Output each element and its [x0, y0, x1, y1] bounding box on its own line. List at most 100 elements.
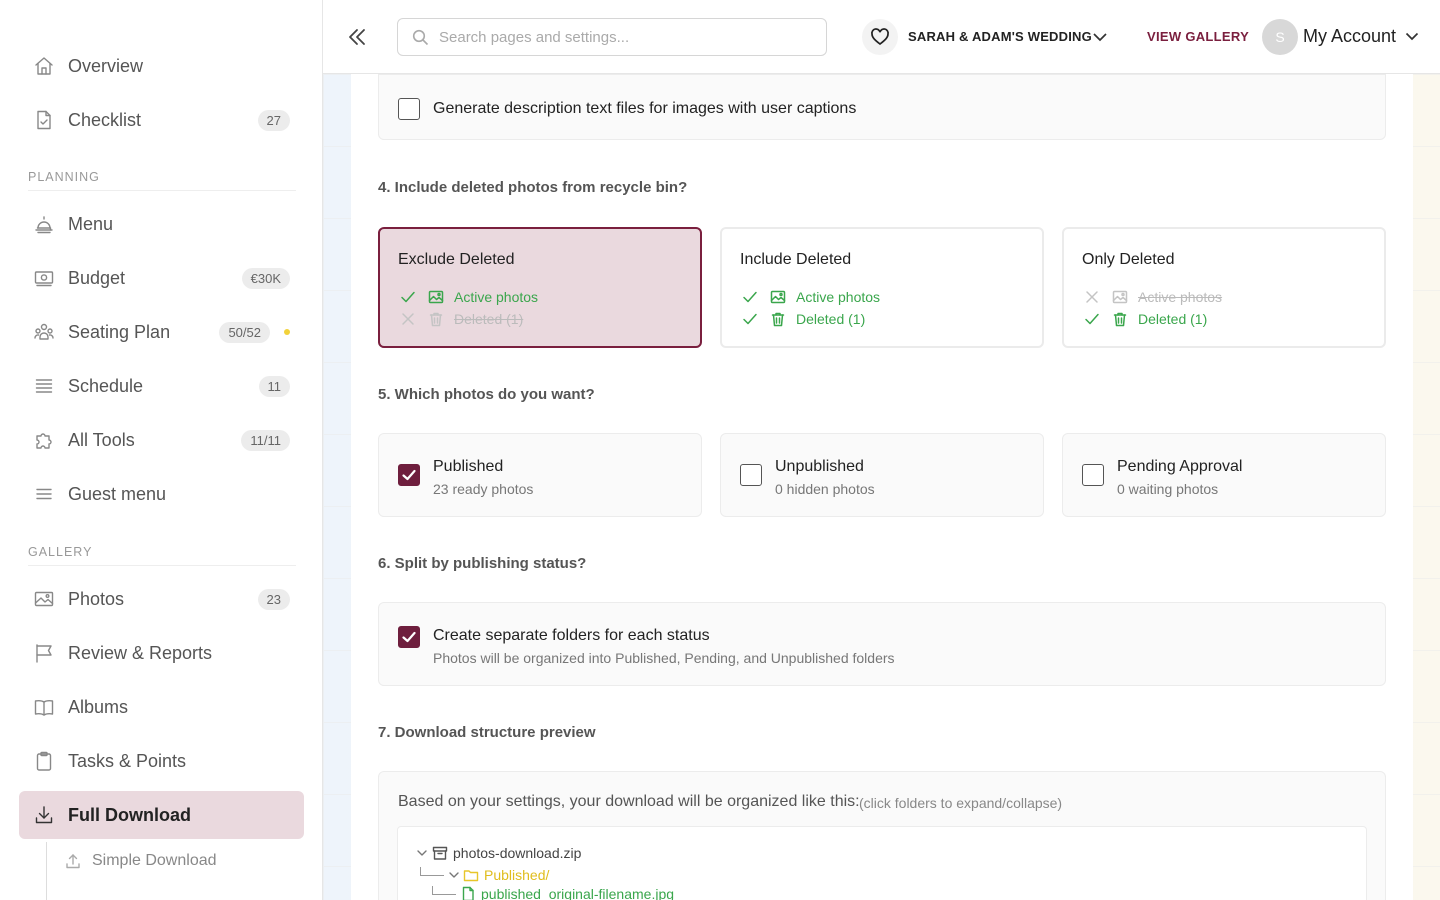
option-unpublished[interactable]: Unpublished 0 hidden photos	[720, 433, 1044, 517]
option-row-label: Active photos	[1138, 289, 1223, 305]
preview-intro: Based on your settings, your download wi…	[398, 793, 860, 810]
option-row: Deleted (1)	[1084, 311, 1207, 327]
check-icon	[743, 291, 757, 303]
folder-icon	[463, 870, 479, 882]
puzzle-icon	[33, 429, 55, 451]
trash-icon	[1113, 312, 1127, 327]
menu-lines-icon	[33, 483, 55, 505]
download-icon	[33, 804, 55, 826]
captions-option-card[interactable]: Generate description text files for imag…	[378, 74, 1386, 140]
flag-icon	[33, 642, 55, 664]
chevron-down-icon[interactable]	[1090, 27, 1110, 47]
heart-icon	[871, 28, 889, 46]
option-title: Published	[433, 458, 504, 475]
check-icon	[401, 291, 415, 303]
view-gallery-link[interactable]: VIEW GALLERY	[1147, 29, 1249, 44]
sidebar-subitem-label: Simple Download	[92, 852, 217, 869]
sidebar-item-checklist[interactable]: Checklist 27	[19, 96, 304, 144]
top-header: SARAH & ADAM'S WEDDING VIEW GALLERY S My…	[323, 0, 1440, 74]
question-heading: 7. Download structure preview	[378, 724, 596, 741]
section-heading-planning: PLANNING	[28, 170, 100, 184]
account-menu[interactable]: My Account	[1303, 26, 1396, 47]
sidebar-item-all-tools[interactable]: All Tools 11/11	[19, 416, 304, 464]
avatar[interactable]: S	[1262, 19, 1298, 55]
tree-connector	[420, 866, 444, 876]
event-avatar[interactable]	[862, 19, 898, 55]
chevron-down-icon[interactable]	[1403, 27, 1421, 45]
split-folders-checkbox[interactable]	[398, 626, 420, 648]
upload-icon	[66, 854, 80, 869]
search-input[interactable]	[439, 28, 819, 46]
option-title: Create separate folders for each status	[433, 627, 710, 644]
search-box[interactable]	[397, 18, 827, 56]
option-label: Generate description text files for imag…	[433, 100, 857, 117]
archive-icon	[432, 846, 448, 860]
x-icon	[402, 313, 414, 325]
option-pending-approval[interactable]: Pending Approval 0 waiting photos	[1062, 433, 1386, 517]
option-row: Deleted (1)	[742, 311, 865, 327]
option-split-folders[interactable]: Create separate folders for each status …	[378, 602, 1386, 686]
count-badge: 50/52	[219, 322, 270, 343]
collapse-sidebar-button[interactable]	[345, 25, 369, 49]
sidebar-item-label: Photos	[68, 588, 125, 609]
sidebar-item-albums[interactable]: Albums	[19, 683, 304, 731]
sidebar-item-budget[interactable]: Budget €30K	[19, 254, 304, 302]
sidebar-subitem-simple-download[interactable]: Simple Download	[64, 852, 217, 870]
sidebar-item-label: Albums	[68, 696, 129, 717]
count-badge: 27	[257, 110, 290, 131]
option-row-label: Deleted (1)	[1138, 311, 1208, 327]
pending-approval-checkbox[interactable]	[1082, 464, 1104, 486]
unpublished-checkbox[interactable]	[740, 464, 762, 486]
sidebar-item-photos[interactable]: Photos 23	[19, 575, 304, 623]
option-only-deleted[interactable]: Only Deleted Active photos Deleted (1)	[1062, 227, 1386, 348]
image-icon	[1112, 290, 1128, 304]
option-exclude-deleted[interactable]: Exclude Deleted Active photos Deleted (1…	[378, 227, 702, 348]
captions-checkbox[interactable]	[398, 98, 420, 120]
preview-hint: (click folders to expand/collapse)	[859, 795, 1063, 811]
money-icon	[33, 267, 55, 289]
published-checkbox[interactable]	[398, 464, 420, 486]
image-icon	[33, 588, 55, 610]
tree-node-label: published_original-filename.jpg	[481, 886, 675, 900]
sidebar-item-tasks-points[interactable]: Tasks & Points	[19, 737, 304, 785]
home-icon	[33, 55, 55, 77]
sidebar-item-guest-menu[interactable]: Guest menu	[19, 470, 304, 518]
file-icon	[462, 886, 474, 900]
question-heading: 6. Split by publishing status?	[378, 555, 587, 572]
double-chevron-left-icon	[349, 29, 365, 45]
sidebar-item-label: Seating Plan	[68, 321, 171, 342]
checklist-icon	[33, 109, 55, 131]
tree-node-published-folder[interactable]: Published/	[420, 866, 549, 883]
folder-tree: photos-download.zip Published/ published…	[397, 826, 1367, 900]
tree-node-zip[interactable]: photos-download.zip	[416, 845, 581, 861]
trash-icon	[771, 312, 785, 327]
option-subtitle: 0 hidden photos	[775, 481, 875, 497]
sidebar-item-label: Review & Reports	[68, 642, 213, 663]
option-row: Active photos	[742, 289, 880, 305]
option-subtitle: 23 ready photos	[433, 481, 534, 497]
submenu-rail	[46, 842, 47, 900]
option-include-deleted[interactable]: Include Deleted Active photos Deleted (1…	[720, 227, 1044, 348]
sidebar-item-menu[interactable]: Menu	[19, 200, 304, 248]
section-heading-gallery: GALLERY	[28, 545, 93, 559]
image-icon	[428, 290, 444, 304]
sidebar-item-label: Full Download	[68, 804, 191, 825]
count-badge: 11/11	[241, 430, 290, 451]
sidebar-item-review-reports[interactable]: Review & Reports	[19, 629, 304, 677]
sidebar-item-full-download[interactable]: Full Download	[19, 791, 304, 839]
option-title: Pending Approval	[1117, 458, 1243, 475]
sidebar-item-seating-plan[interactable]: Seating Plan 50/52	[19, 308, 304, 356]
option-row-label: Active photos	[796, 289, 881, 305]
option-published[interactable]: Published 23 ready photos	[378, 433, 702, 517]
sidebar-item-label: Checklist	[68, 109, 142, 130]
chevron-down-icon	[417, 850, 427, 856]
tree-node-file[interactable]: published_original-filename.jpg	[432, 885, 675, 900]
tree-connector	[432, 885, 456, 895]
sidebar-item-overview[interactable]: Overview	[19, 42, 304, 90]
event-selector[interactable]: SARAH & ADAM'S WEDDING	[908, 29, 1092, 44]
download-settings-panel: Generate description text files for imag…	[351, 74, 1413, 900]
question-heading: 4. Include deleted photos from recycle b…	[378, 179, 688, 196]
sidebar-item-label: Guest menu	[68, 483, 167, 504]
sidebar-item-schedule[interactable]: Schedule 11	[19, 362, 304, 410]
section-divider	[28, 565, 296, 566]
